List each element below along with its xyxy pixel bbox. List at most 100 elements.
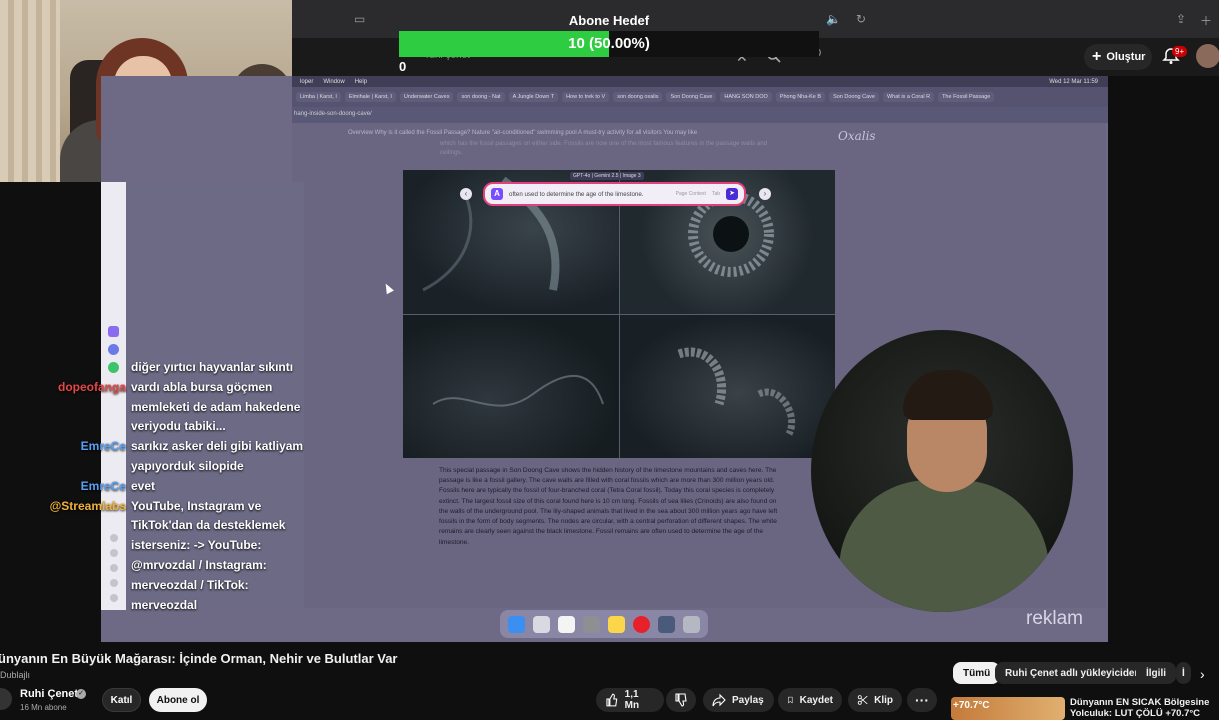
launchpad-icon[interactable] [533, 615, 550, 633]
browser-tab[interactable]: Elmihale | Karst, I [344, 92, 396, 102]
chat-tool-icon[interactable] [108, 326, 119, 337]
recommended-title-line: Dünyanın EN SICAK Bölgesine [1070, 697, 1210, 708]
dot-icon[interactable] [110, 564, 118, 572]
account-avatar[interactable] [1196, 44, 1219, 68]
chat-message: vardı abla bursa göçmen [131, 379, 273, 394]
fossil-fragments-photo [403, 314, 619, 458]
chip-related[interactable]: İlgili [1136, 662, 1176, 684]
recommended-title-line: Yolculuk: LUT ÇÖLÜ +70.7°C [1070, 708, 1201, 720]
notes-icon[interactable] [608, 615, 625, 633]
save-button[interactable]: Kaydet [778, 688, 842, 712]
browser-tab[interactable]: What is a Coral R [882, 92, 935, 102]
join-button[interactable]: Katıl [102, 688, 141, 712]
reload-icon[interactable]: ↻ [856, 12, 866, 26]
prev-arrow-icon[interactable]: ‹ [460, 188, 472, 200]
share-icon[interactable]: ⇪ [1176, 12, 1186, 26]
clip-label: Klip [874, 694, 893, 706]
more-icon[interactable] [110, 594, 118, 602]
channel-avatar[interactable] [0, 688, 12, 710]
plus-icon: + [1092, 48, 1102, 65]
subscriber-goal-title: Abone Hedef [568, 13, 650, 28]
calendar-icon[interactable] [558, 615, 575, 633]
chat-message: merveozdal [131, 597, 198, 612]
ai-context-hint: Page Context [675, 191, 706, 197]
browser-tab[interactable]: A Jungle Down T [508, 92, 559, 102]
subscriber-goal-start: 0 [399, 59, 407, 74]
mac-clock: Wed 12 Mar 11:59 [1049, 78, 1098, 85]
menu-item[interactable]: Help [355, 79, 367, 85]
chat-username[interactable]: @Streamlabs [50, 499, 126, 513]
assistant-logo-icon: A [491, 188, 503, 200]
browser-tab[interactable]: HANG SON DOO [720, 92, 772, 102]
browser-tab-strip: Limba | Karst, I Elmihale | Karst, I Under… [292, 87, 1108, 107]
menu-item[interactable]: loper [300, 79, 313, 85]
browser-url-bar[interactable]: hang-inside-son-doong-cave/ [292, 107, 1108, 123]
chat-message: memleketi de adam hakedene [131, 399, 301, 414]
verified-icon: ✓ [76, 689, 86, 699]
browser-tab[interactable]: The Fossil Passage [938, 92, 995, 102]
chevron-right-icon[interactable]: › [1200, 666, 1205, 682]
subscriber-count: 16 Mn abone [20, 703, 67, 712]
browser-tab[interactable]: son doong - Nat [457, 92, 505, 102]
chat-sidebar [101, 182, 126, 610]
chip-all[interactable]: Tümü [953, 662, 1001, 684]
browser-tab[interactable]: Limba | Karst, I [296, 92, 341, 102]
opera-icon[interactable] [633, 615, 650, 633]
browser-tab[interactable]: Phong Nha-Ke B [775, 92, 826, 102]
discord-icon[interactable] [108, 344, 119, 355]
chip-more[interactable]: İ [1176, 662, 1191, 684]
chat-username[interactable]: EmreCe [81, 439, 126, 453]
create-button[interactable]: + Oluştur [1084, 44, 1152, 70]
recommended-title[interactable]: Dünyanın EN SICAK Bölgesine Yolculuk: LU… [1070, 697, 1219, 720]
chip-uploader[interactable]: Ruhi Çenet adlı yükleyiciden [995, 662, 1151, 684]
screen: ▭ 🔈 ↻ ⇪ ＋ ruhi çenet ✕ 20 Abone Hedef 10… [0, 0, 1219, 720]
more-actions-button[interactable]: ··· [907, 688, 937, 712]
ai-assistant-bar[interactable]: A often used to determine the age of the… [483, 182, 746, 206]
create-label: Oluştur [1106, 51, 1146, 63]
channel-name[interactable]: Ruhi Çenet [20, 688, 78, 700]
divider [403, 314, 835, 315]
browser-tab[interactable]: How to trek to V [562, 92, 610, 102]
mac-menubar: loper Window Help Wed 12 Mar 11:59 [292, 76, 1108, 87]
chat-message: evet [131, 478, 156, 493]
finder-icon[interactable] [508, 615, 525, 633]
browser-tab[interactable]: son doong oxalis [613, 92, 663, 102]
heart-icon[interactable] [110, 534, 118, 542]
flag-icon[interactable] [110, 579, 118, 587]
notification-badge: 9+ [1172, 46, 1188, 57]
chat-message: TikTok'dan da desteklemek [131, 518, 286, 533]
next-arrow-icon[interactable]: › [759, 188, 771, 200]
browser-tab[interactable]: Underwater Caves [399, 92, 454, 102]
settings-icon[interactable] [583, 615, 600, 633]
menu-item[interactable]: Window [323, 79, 344, 85]
webpage-nav[interactable]: Overview Why is it called the Fossil Pas… [348, 130, 697, 136]
chat-message: @mrvozdal / Instagram: [131, 558, 267, 572]
status-icon[interactable] [108, 362, 119, 373]
chat-username[interactable]: dopeofanga [58, 380, 126, 394]
dot-icon[interactable] [110, 549, 118, 557]
chat-username[interactable]: EmreCe [81, 479, 126, 493]
sidebar-icon[interactable]: ▭ [354, 12, 365, 26]
presenter-webcam [811, 330, 1073, 612]
chat-message: veriyodu tabiki... [131, 419, 226, 434]
ai-query-input[interactable]: often used to determine the age of the l… [509, 191, 670, 198]
like-button[interactable]: 1,1 Mn [596, 688, 664, 712]
browser-tab[interactable]: Son Doong Cave [829, 92, 879, 102]
chat-message: YouTube, Instagram ve [131, 498, 262, 513]
article-body: This special passage in Son Doong Cave s… [439, 467, 778, 546]
trash-icon[interactable] [683, 615, 700, 633]
app-icon[interactable] [658, 615, 675, 633]
subscribe-button[interactable]: Abone ol [149, 688, 207, 712]
presenter-hair [903, 370, 993, 420]
clip-button[interactable]: Klip [848, 688, 902, 712]
save-label: Kaydet [799, 694, 833, 706]
new-tab-icon[interactable]: ＋ [1200, 12, 1212, 29]
share-button[interactable]: Paylaş [703, 688, 774, 712]
site-logo[interactable]: Oxalis [838, 129, 876, 143]
dislike-button[interactable] [666, 688, 696, 712]
speaker-icon[interactable]: 🔈 [826, 12, 841, 26]
send-icon[interactable]: ➤ [726, 188, 738, 200]
browser-tab[interactable]: Son Doong Cave [666, 92, 717, 102]
thumbs-down-icon [675, 693, 687, 707]
more-icon: ··· [915, 692, 929, 708]
